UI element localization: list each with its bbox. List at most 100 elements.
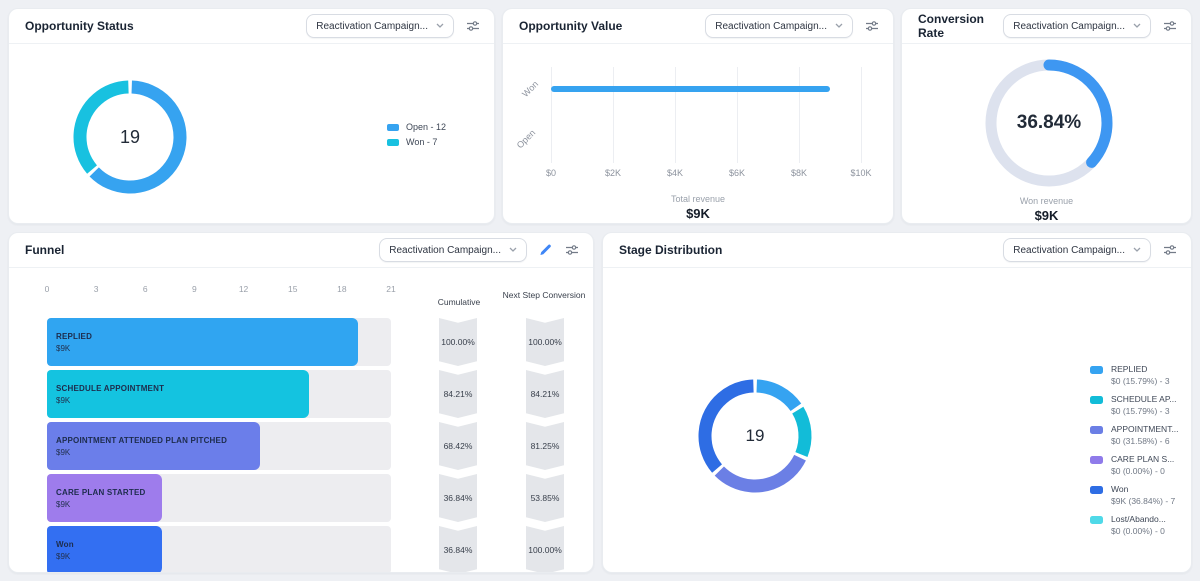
funnel-stage-amount: $9K xyxy=(56,551,71,561)
campaign-filter-select[interactable]: Reactivation Campaign... xyxy=(379,238,527,262)
legend-swatch xyxy=(1090,456,1103,464)
won-revenue-label: Won revenue xyxy=(1019,196,1074,206)
funnel-axis-tick: 3 xyxy=(93,284,99,294)
gridline xyxy=(675,67,676,163)
sliders-icon xyxy=(566,245,578,255)
card-controls: Reactivation Campaign... xyxy=(705,14,881,38)
funnel-row: REPLIED $9K xyxy=(47,318,391,366)
legend-swatch xyxy=(1090,516,1103,524)
status-legend: Open - 12 Won - 7 xyxy=(387,122,446,147)
card-controls: Reactivation Campaign... xyxy=(306,14,482,38)
next-step-cell: 84.21% xyxy=(526,370,564,418)
card-title: Conversion Rate xyxy=(918,12,985,40)
campaign-filter-value: Reactivation Campaign... xyxy=(389,244,501,256)
sliders-icon xyxy=(467,21,479,31)
chart-options-button[interactable] xyxy=(1161,241,1179,259)
funnel-bar: SCHEDULE APPOINTMENT $9K xyxy=(47,370,310,418)
legend-item: Open - 12 xyxy=(387,122,446,132)
card-stage-distribution: Stage Distribution Reactivation Campaign… xyxy=(602,232,1192,573)
chart-options-button[interactable] xyxy=(863,17,881,35)
funnel-x-axis: 0 3 6 9 12 15 18 21 xyxy=(45,284,396,296)
cumulative-cell: 100.00% xyxy=(439,318,477,366)
campaign-filter-value: Reactivation Campaign... xyxy=(1013,244,1125,256)
legend-label: CARE PLAN S... xyxy=(1111,454,1175,464)
legend-label: REPLIED xyxy=(1111,364,1148,374)
legend-label: Lost/Abando... xyxy=(1111,514,1166,524)
funnel-row: CARE PLAN STARTED $9K xyxy=(47,474,391,522)
legend-swatch xyxy=(387,123,399,131)
legend-detail: $0 (0.00%) - 0 xyxy=(1111,466,1165,476)
card-title: Opportunity Value xyxy=(519,19,623,33)
total-revenue-label: Total revenue xyxy=(670,194,726,204)
y-axis-label-won: Won xyxy=(520,78,541,100)
card-title: Stage Distribution xyxy=(619,243,723,257)
funnel-chart: 0 3 6 9 12 15 18 21 REPLIED $9K SCHEDULE APPOINTM… xyxy=(9,268,593,572)
funnel-stage-amount: $9K xyxy=(56,499,71,509)
chart-options-button[interactable] xyxy=(464,17,482,35)
dashboard: Opportunity Status Reactivation Campaign… xyxy=(0,0,1200,581)
funnel-stage-label: SCHEDULE APPOINTMENT xyxy=(56,383,165,393)
campaign-filter-value: Reactivation Campaign... xyxy=(1013,20,1125,32)
card-controls: Reactivation Campaign... xyxy=(379,238,581,262)
legend-detail: $0 (15.79%) - 3 xyxy=(1111,376,1170,386)
status-donut-chart xyxy=(73,80,187,194)
legend-text: SCHEDULE AP... $0 (15.79%) - 3 xyxy=(1111,394,1177,416)
legend-detail: $9K (36.84%) - 7 xyxy=(1111,496,1176,506)
stage-legend: REPLIED $0 (15.79%) - 3 SCHEDULE AP... $0 (… xyxy=(1090,364,1179,536)
funnel-axis-tick: 9 xyxy=(192,284,197,294)
chart-options-button[interactable] xyxy=(1161,17,1179,35)
edit-funnel-button[interactable] xyxy=(537,242,553,258)
chevron-down-icon xyxy=(835,23,843,28)
legend-text: CARE PLAN S... $0 (0.00%) - 0 xyxy=(1111,454,1174,476)
funnel-bar: REPLIED $9K xyxy=(47,318,359,366)
gridline xyxy=(861,67,862,163)
funnel-stage-label: Won xyxy=(56,539,74,549)
campaign-filter-select[interactable]: Reactivation Campaign... xyxy=(1003,14,1151,38)
cumulative-cell: 68.42% xyxy=(439,422,477,470)
gridline xyxy=(737,67,738,163)
next-step-cell: 100.00% xyxy=(526,526,564,572)
funnel-bar: Won $9K xyxy=(47,526,162,572)
card-title: Funnel xyxy=(25,243,65,257)
funnel-axis-tick: 6 xyxy=(142,284,148,294)
card-funnel: Funnel Reactivation Campaign... 0 3 6 9 12 15… xyxy=(8,232,594,573)
legend-text: Won $9K (36.84%) - 7 xyxy=(1111,484,1175,506)
campaign-filter-select[interactable]: Reactivation Campaign... xyxy=(1003,238,1151,262)
next-step-cell: 53.85% xyxy=(526,474,564,522)
legend-item: REPLIED $0 (15.79%) - 3 xyxy=(1090,364,1179,386)
card-opportunity-status: Opportunity Status Reactivation Campaign… xyxy=(8,8,495,224)
legend-item: APPOINTMENT... $0 (31.58%) - 6 xyxy=(1090,424,1179,446)
campaign-filter-select[interactable]: Reactivation Campaign... xyxy=(705,14,853,38)
x-axis-tick: $6K xyxy=(728,168,746,178)
card-controls: Reactivation Campaign... xyxy=(1003,14,1179,38)
next-step-cell: 100.00% xyxy=(526,318,564,366)
legend-swatch xyxy=(1090,486,1103,494)
conversion-rate-chart: 36.84% Won revenue $9K xyxy=(902,44,1191,223)
next-step-conversion-header: Next Step Conversion xyxy=(502,290,586,300)
gridline xyxy=(551,67,552,163)
chart-options-button[interactable] xyxy=(563,241,581,259)
card-header: Stage Distribution Reactivation Campaign… xyxy=(603,233,1191,268)
cumulative-cell: 36.84% xyxy=(439,526,477,572)
funnel-stage-label: APPOINTMENT ATTENDED PLAN PITCHED xyxy=(56,435,228,445)
campaign-filter-value: Reactivation Campaign... xyxy=(316,20,428,32)
chevron-down-icon xyxy=(509,247,517,252)
legend-swatch xyxy=(1090,426,1103,434)
next-step-column: 100.00% 84.21% 81.25% 53.85% 100.00% xyxy=(526,318,564,572)
funnel-axis-tick: 21 xyxy=(386,284,396,294)
sliders-icon xyxy=(1164,21,1176,31)
legend-item: SCHEDULE AP... $0 (15.79%) - 3 xyxy=(1090,394,1179,416)
legend-label: APPOINTMENT... xyxy=(1111,424,1179,434)
conversion-gauge-chart xyxy=(985,59,1113,187)
chevron-down-icon xyxy=(1133,247,1141,252)
card-controls: Reactivation Campaign... xyxy=(1003,238,1179,262)
sliders-icon xyxy=(1164,245,1176,255)
legend-detail: $0 (15.79%) - 3 xyxy=(1111,406,1170,416)
campaign-filter-select[interactable]: Reactivation Campaign... xyxy=(306,14,454,38)
legend-item: Won $9K (36.84%) - 7 xyxy=(1090,484,1179,506)
bottom-row: Funnel Reactivation Campaign... 0 3 6 9 12 15… xyxy=(8,232,1192,573)
card-conversion-rate: Conversion Rate Reactivation Campaign...… xyxy=(901,8,1192,224)
funnel-stage-label: CARE PLAN STARTED xyxy=(56,487,146,497)
legend-label: Won xyxy=(1111,484,1129,494)
chevron-down-icon xyxy=(1133,23,1141,28)
